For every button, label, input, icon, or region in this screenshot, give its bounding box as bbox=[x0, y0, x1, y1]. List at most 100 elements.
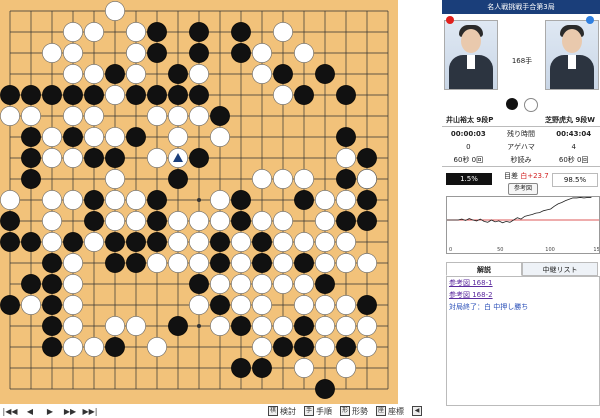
reference-link-1[interactable]: 参考図 168-1 bbox=[447, 277, 599, 289]
white-stone bbox=[231, 295, 251, 315]
white-stone bbox=[84, 106, 104, 126]
black-stone bbox=[336, 127, 356, 147]
white-stone bbox=[105, 1, 125, 21]
white-stone bbox=[294, 274, 314, 294]
fast-forward-button[interactable]: ▶▶ bbox=[60, 405, 80, 417]
black-stone bbox=[147, 232, 167, 252]
white-prisoners: 4 bbox=[571, 142, 576, 151]
white-stone bbox=[294, 169, 314, 189]
white-stone bbox=[168, 253, 188, 273]
move-number: 168手 bbox=[511, 57, 533, 65]
black-stone bbox=[147, 211, 167, 231]
black-stone bbox=[357, 211, 377, 231]
white-stone bbox=[252, 211, 272, 231]
black-stone bbox=[84, 190, 104, 210]
last-move-button[interactable]: ▶▶| bbox=[80, 405, 100, 417]
board-canvas[interactable] bbox=[0, 0, 398, 404]
white-stone bbox=[357, 337, 377, 357]
black-stone bbox=[336, 85, 356, 105]
white-stone bbox=[63, 43, 83, 63]
black-stone bbox=[189, 274, 209, 294]
black-stone bbox=[21, 148, 41, 168]
next-move-button[interactable]: ▶ bbox=[40, 405, 60, 417]
panel-tabs: 解説 中継リスト bbox=[446, 262, 598, 276]
prev-move-button[interactable]: ◀ bbox=[20, 405, 40, 417]
white-stone bbox=[84, 22, 104, 42]
black-stone bbox=[273, 64, 293, 84]
black-stone bbox=[210, 253, 230, 273]
black-stone bbox=[147, 22, 167, 42]
tab-broadcast-list[interactable]: 中継リスト bbox=[522, 262, 598, 276]
black-stone bbox=[252, 232, 272, 252]
reference-link-2[interactable]: 参考図 168-2 bbox=[447, 289, 599, 301]
white-stone bbox=[63, 106, 83, 126]
speaker-icon: ◀ bbox=[412, 406, 422, 416]
white-stone bbox=[252, 337, 272, 357]
white-stone bbox=[21, 106, 41, 126]
white-stone bbox=[252, 316, 272, 336]
byoyomi-label: 秒読み bbox=[510, 155, 532, 164]
situation-icon: 形 bbox=[340, 406, 350, 416]
white-stone bbox=[42, 232, 62, 252]
white-stone bbox=[315, 190, 335, 210]
situation-button[interactable]: 形形勢 bbox=[340, 406, 368, 417]
black-stone bbox=[294, 190, 314, 210]
white-stone bbox=[63, 337, 83, 357]
black-stone bbox=[231, 316, 251, 336]
white-stone bbox=[63, 64, 83, 84]
graph-tick-label: 100 bbox=[545, 247, 555, 253]
tab-commentary[interactable]: 解説 bbox=[446, 262, 522, 276]
winrate-line bbox=[447, 197, 592, 224]
white-stone bbox=[273, 211, 293, 231]
black-stone bbox=[273, 337, 293, 357]
white-stone bbox=[252, 64, 272, 84]
white-stone bbox=[336, 253, 356, 273]
time-label: 残り時間 bbox=[507, 129, 535, 138]
sequence-button[interactable]: 手手順 bbox=[304, 406, 332, 417]
white-stone bbox=[84, 127, 104, 147]
score-difference: 目差 白+23.7 bbox=[504, 171, 549, 181]
white-stone bbox=[210, 211, 230, 231]
black-stone bbox=[315, 64, 335, 84]
black-stone bbox=[0, 232, 20, 252]
first-move-button[interactable]: |◀◀ bbox=[0, 405, 20, 417]
white-stone bbox=[315, 253, 335, 273]
coordinates-label: 座標 bbox=[388, 406, 404, 416]
black-stone bbox=[0, 295, 20, 315]
white-stone bbox=[147, 106, 167, 126]
match-title: 名人戦挑戦手合第3局 bbox=[442, 0, 600, 14]
black-stone bbox=[21, 274, 41, 294]
white-stone bbox=[84, 232, 104, 252]
coordinates-icon: 座 bbox=[376, 406, 386, 416]
black-stone bbox=[357, 148, 377, 168]
coordinates-button[interactable]: 座座標 bbox=[376, 406, 404, 417]
black-stone bbox=[105, 253, 125, 273]
white-stone bbox=[273, 22, 293, 42]
white-byoyomi: 60秒 0回 bbox=[558, 155, 589, 164]
graph-tick-label: 50 bbox=[497, 247, 503, 253]
black-time: 00:00:03 bbox=[450, 129, 486, 138]
black-stone bbox=[168, 64, 188, 84]
white-stone bbox=[84, 337, 104, 357]
sound-button[interactable]: ◀ bbox=[412, 406, 422, 416]
black-stone bbox=[42, 316, 62, 336]
black-stone bbox=[63, 127, 83, 147]
analysis-button[interactable]: 棋検討 bbox=[268, 406, 296, 417]
reference-button[interactable]: 参考図 bbox=[508, 183, 538, 195]
black-stone bbox=[0, 85, 20, 105]
white-stone bbox=[147, 148, 167, 168]
black-stone bbox=[126, 253, 146, 273]
go-board[interactable] bbox=[0, 0, 398, 404]
white-stone bbox=[21, 295, 41, 315]
black-stone bbox=[42, 337, 62, 357]
black-stone bbox=[231, 190, 251, 210]
white-stone bbox=[210, 127, 230, 147]
black-flag-icon bbox=[446, 16, 454, 24]
black-stone bbox=[357, 190, 377, 210]
black-stone bbox=[231, 358, 251, 378]
white-stone bbox=[126, 190, 146, 210]
white-stone bbox=[84, 64, 104, 84]
black-stone bbox=[294, 316, 314, 336]
white-stone bbox=[357, 316, 377, 336]
white-stone bbox=[147, 253, 167, 273]
